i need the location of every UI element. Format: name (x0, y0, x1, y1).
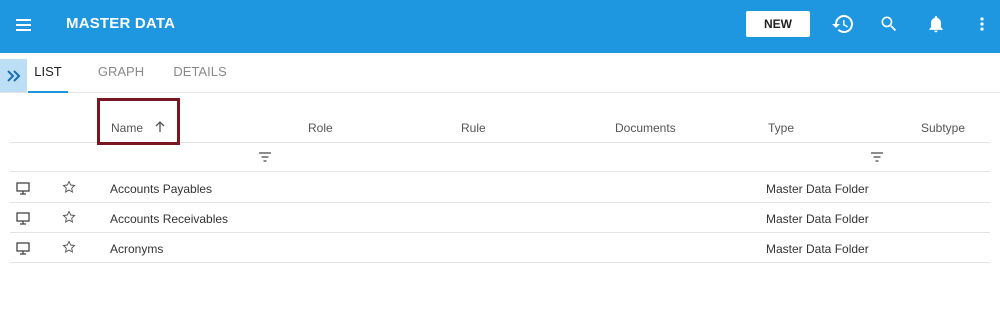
column-header-rule[interactable]: Rule (461, 121, 486, 135)
table-row[interactable]: Accounts Payables Master Data Folder (10, 173, 990, 203)
row-name[interactable]: Accounts Payables (110, 182, 212, 196)
star-icon[interactable] (62, 180, 76, 194)
row-type: Master Data Folder (766, 182, 869, 196)
star-icon[interactable] (62, 240, 76, 254)
tab-details[interactable]: DETAILS (170, 53, 230, 93)
column-header-type[interactable]: Type (768, 121, 794, 135)
double-chevron-right-icon (6, 69, 20, 82)
filter-row (10, 143, 990, 172)
row-type: Master Data Folder (766, 242, 869, 256)
highlight-annotation (97, 98, 180, 145)
search-icon[interactable] (877, 12, 901, 36)
column-header-role[interactable]: Role (308, 121, 333, 135)
bell-icon[interactable] (924, 12, 948, 36)
page-title: MASTER DATA (66, 15, 176, 32)
filter-icon[interactable] (870, 151, 884, 163)
star-icon[interactable] (62, 210, 76, 224)
history-icon[interactable] (831, 12, 855, 36)
monitor-icon[interactable] (16, 242, 30, 255)
table-row[interactable]: Accounts Receivables Master Data Folder (10, 203, 990, 233)
row-name[interactable]: Accounts Receivables (110, 212, 228, 226)
row-name[interactable]: Acronyms (110, 242, 163, 256)
expand-panel-button[interactable] (0, 59, 27, 92)
tab-bar: LIST GRAPH DETAILS (0, 53, 1000, 93)
row-type: Master Data Folder (766, 212, 869, 226)
table-row[interactable]: Acronyms Master Data Folder (10, 233, 990, 263)
tab-graph[interactable]: GRAPH (96, 53, 146, 93)
tab-list[interactable]: LIST (28, 53, 68, 93)
new-button[interactable]: NEW (746, 11, 810, 37)
column-header-subtype[interactable]: Subtype (921, 121, 965, 135)
column-header-documents[interactable]: Documents (615, 121, 676, 135)
filter-icon[interactable] (258, 151, 272, 163)
menu-icon[interactable] (14, 15, 34, 35)
monitor-icon[interactable] (16, 182, 30, 195)
monitor-icon[interactable] (16, 212, 30, 225)
app-bar: MASTER DATA NEW (0, 0, 1000, 53)
more-vert-icon[interactable] (970, 12, 994, 36)
